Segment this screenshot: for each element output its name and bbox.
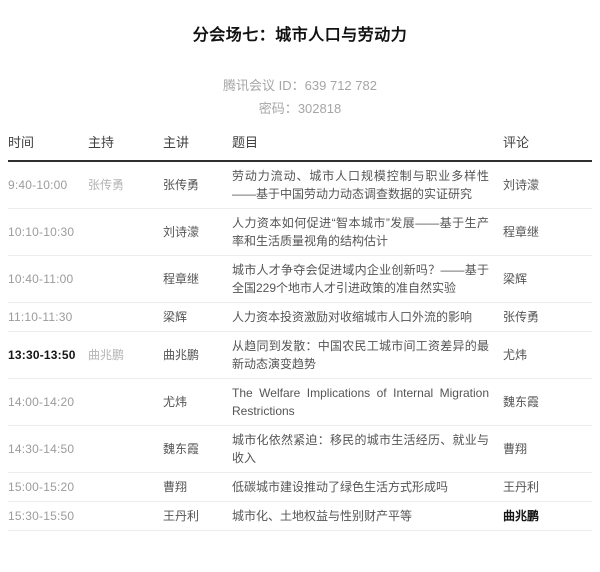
host-cell	[88, 256, 163, 303]
schedule-table: 时间 主持 主讲 题目 评论 9:40-10:00 张传勇 张传勇 劳动力流动、…	[8, 134, 592, 531]
meeting-password-value: 302818	[298, 101, 341, 116]
speaker-cell: 张传勇	[163, 161, 232, 209]
speaker-cell: 刘诗濛	[163, 209, 232, 256]
time-cell: 10:10-10:30	[8, 209, 88, 256]
speaker-cell: 梁辉	[163, 303, 232, 332]
speaker-cell: 曲兆鹏	[163, 332, 232, 379]
host-cell	[88, 473, 163, 502]
meeting-id-line: 腾讯会议 ID：639 712 782	[8, 74, 592, 97]
schedule-row: 11:10-11:30 梁辉 人力资本投资激励对收缩城市人口外流的影响 张传勇	[8, 303, 592, 332]
speaker-cell: 程章继	[163, 256, 232, 303]
speaker-cell: 魏东霞	[163, 426, 232, 473]
column-header-time: 时间	[8, 134, 88, 161]
topic-cell: 城市化、土地权益与性别财产平等	[232, 502, 503, 531]
schedule-row: 14:00-14:20 尤炜 The Welfare Implications …	[8, 379, 592, 426]
speaker-cell: 曹翔	[163, 473, 232, 502]
topic-cell: 从趋同到发散：中国农民工城市间工资差异的最新动态演变趋势	[232, 332, 503, 379]
host-cell	[88, 379, 163, 426]
host-cell	[88, 303, 163, 332]
discussant-cell: 程章继	[503, 209, 592, 256]
host-cell: 张传勇	[88, 161, 163, 209]
schedule-row: 15:00-15:20 曹翔 低碳城市建设推动了绿色生活方式形成吗 王丹利	[8, 473, 592, 502]
schedule-row: 10:10-10:30 刘诗濛 人力资本如何促进“智本城市”发展——基于生产率和…	[8, 209, 592, 256]
column-header-discussant: 评论	[503, 134, 592, 161]
speaker-cell: 王丹利	[163, 502, 232, 531]
column-header-topic: 题目	[232, 134, 503, 161]
topic-cell: 人力资本投资激励对收缩城市人口外流的影响	[232, 303, 503, 332]
meeting-password-line: 密码：302818	[8, 97, 592, 120]
topic-cell: 人力资本如何促进“智本城市”发展——基于生产率和生活质量视角的结构估计	[232, 209, 503, 256]
speaker-cell: 尤炜	[163, 379, 232, 426]
host-cell	[88, 209, 163, 256]
time-cell: 14:30-14:50	[8, 426, 88, 473]
topic-cell: 城市化依然紧迫：移民的城市生活经历、就业与收入	[232, 426, 503, 473]
schedule-row: 15:30-15:50 王丹利 城市化、土地权益与性别财产平等 曲兆鹏	[8, 502, 592, 531]
schedule-row: 10:40-11:00 程章继 城市人才争夺会促进域内企业创新吗？——基于全国2…	[8, 256, 592, 303]
discussant-cell: 刘诗濛	[503, 161, 592, 209]
schedule-row: 13:30-13:50 曲兆鹏 曲兆鹏 从趋同到发散：中国农民工城市间工资差异的…	[8, 332, 592, 379]
discussant-cell: 曲兆鹏	[503, 502, 592, 531]
time-cell: 15:30-15:50	[8, 502, 88, 531]
meeting-id-value: 639 712 782	[305, 78, 377, 93]
header-row: 时间 主持 主讲 题目 评论	[8, 134, 592, 161]
session-page: 分会场七：城市人口与劳动力 腾讯会议 ID：639 712 782 密码：302…	[0, 26, 600, 572]
column-header-host: 主持	[88, 134, 163, 161]
discussant-cell: 张传勇	[503, 303, 592, 332]
discussant-cell: 魏东霞	[503, 379, 592, 426]
column-header-speaker: 主讲	[163, 134, 232, 161]
topic-cell: 城市人才争夺会促进域内企业创新吗？——基于全国229个地市人才引进政策的准自然实…	[232, 256, 503, 303]
topic-cell: 劳动力流动、城市人口规模控制与职业多样性——基于中国劳动力动态调查数据的实证研究	[232, 161, 503, 209]
time-cell: 13:30-13:50	[8, 332, 88, 379]
host-cell	[88, 426, 163, 473]
time-cell: 15:00-15:20	[8, 473, 88, 502]
page-title: 分会场七：城市人口与劳动力	[8, 26, 592, 46]
discussant-cell: 王丹利	[503, 473, 592, 502]
discussant-cell: 尤炜	[503, 332, 592, 379]
topic-cell: 低碳城市建设推动了绿色生活方式形成吗	[232, 473, 503, 502]
time-cell: 11:10-11:30	[8, 303, 88, 332]
topic-cell: The Welfare Implications of Internal Mig…	[232, 379, 503, 426]
discussant-cell: 梁辉	[503, 256, 592, 303]
discussant-cell: 曹翔	[503, 426, 592, 473]
meeting-id-label: 腾讯会议 ID：	[223, 78, 305, 93]
time-cell: 10:40-11:00	[8, 256, 88, 303]
time-cell: 9:40-10:00	[8, 161, 88, 209]
time-cell: 14:00-14:20	[8, 379, 88, 426]
meeting-info: 腾讯会议 ID：639 712 782 密码：302818	[8, 74, 592, 120]
schedule-row: 14:30-14:50 魏东霞 城市化依然紧迫：移民的城市生活经历、就业与收入 …	[8, 426, 592, 473]
schedule-row: 9:40-10:00 张传勇 张传勇 劳动力流动、城市人口规模控制与职业多样性—…	[8, 161, 592, 209]
host-cell	[88, 502, 163, 531]
host-cell: 曲兆鹏	[88, 332, 163, 379]
meeting-password-label: 密码：	[259, 101, 298, 116]
